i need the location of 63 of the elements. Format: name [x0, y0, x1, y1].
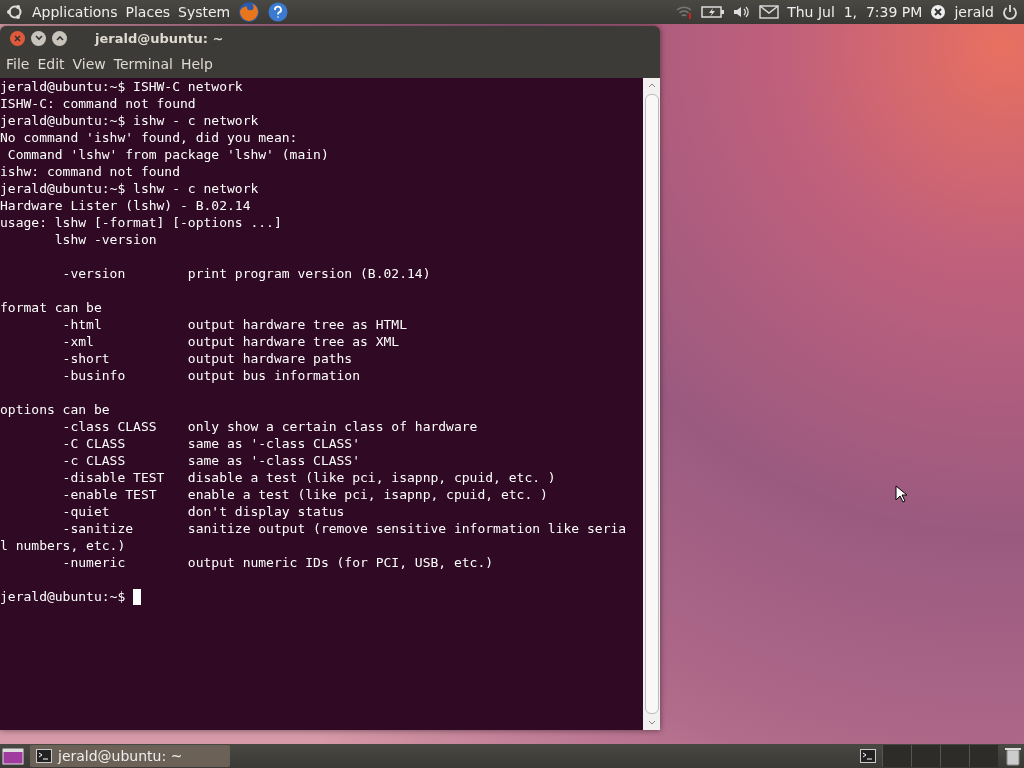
- terminal-line: -short output hardware paths: [61, 350, 354, 367]
- maximize-button[interactable]: [52, 30, 67, 46]
- terminal-icon: [36, 749, 52, 763]
- volume-icon[interactable]: [733, 5, 752, 19]
- window-title: jerald@ubuntu: ~: [95, 30, 224, 46]
- panel-menu[interactable]: System: [178, 4, 231, 20]
- terminal-line: ISHW-C: command not found: [0, 95, 197, 112]
- terminal-line: usage: lshw [-format] [-options ...]: [0, 214, 283, 231]
- terminal-line: No command 'ishw' found, did you mean:: [0, 129, 299, 146]
- terminal-icon[interactable]: [860, 749, 876, 763]
- panel-menu[interactable]: Applications: [32, 4, 118, 20]
- terminal-line: -version print program version (B.02.14): [61, 265, 432, 282]
- terminal-line: options can be: [0, 401, 111, 418]
- wifi-icon[interactable]: [675, 4, 694, 20]
- menu-item[interactable]: Terminal: [109, 56, 177, 72]
- terminal-line: l numbers, etc.): [0, 537, 127, 554]
- terminal-line: jerald@ubuntu:~$ ishw - c network: [0, 112, 260, 129]
- show-desktop-icon[interactable]: [2, 747, 24, 765]
- chevron-down-icon: [34, 35, 43, 41]
- terminal-line: format can be: [0, 299, 103, 316]
- terminal-line: Hardware Lister (lshw) - B.02.14: [0, 197, 252, 214]
- mouse-pointer-icon: [895, 485, 907, 503]
- scroll-up-icon[interactable]: [647, 82, 656, 88]
- scroll-down-icon[interactable]: [647, 720, 656, 726]
- user-status-icon[interactable]: [930, 4, 947, 20]
- terminal-line: -class CLASS only show a certain class of hardware: [61, 418, 479, 435]
- minimize-button[interactable]: [31, 30, 46, 46]
- terminal-line: -C CLASS same as '-class CLASS': [61, 435, 362, 452]
- battery-icon[interactable]: [701, 5, 726, 19]
- panel-clock[interactable]: Thu Jul 1, 7:39 PM: [787, 4, 923, 20]
- terminal-line: jerald@ubuntu:~$ lshw - c network: [0, 180, 260, 197]
- mail-icon[interactable]: [759, 5, 780, 19]
- ubuntu-logo-icon[interactable]: [6, 3, 24, 21]
- power-icon[interactable]: [1002, 4, 1018, 20]
- menu-item[interactable]: File: [2, 56, 34, 72]
- firefox-icon[interactable]: [238, 1, 261, 23]
- terminal-line: -numeric output numeric IDs (for PCI, USB, etc.): [61, 554, 495, 571]
- terminal-line: -quiet don't display status: [61, 503, 346, 520]
- terminal-line: jerald@ubuntu:~$ ISHW-C network: [0, 78, 244, 95]
- menu-item[interactable]: Help: [176, 56, 217, 72]
- terminal-line: -html output hardware tree as HTML: [61, 316, 408, 333]
- terminal-prompt: jerald@ubuntu:~$: [0, 588, 126, 605]
- close-icon: [14, 34, 21, 42]
- menu-item[interactable]: Edit: [33, 56, 69, 72]
- terminal-line: -enable TEST enable a test (like pci, isapnp, cpuid, etc. ): [61, 486, 549, 503]
- panel-user-name[interactable]: jerald: [954, 4, 994, 20]
- terminal-line: Command 'lshw' from package 'lshw' (main): [6, 146, 330, 163]
- terminal-line: -xml output hardware tree as XML: [61, 333, 401, 350]
- terminal-line: lshw -version: [53, 231, 158, 248]
- terminal-line: -disable TEST disable a test (like pci, isapnp, cpuid, etc. ): [61, 469, 557, 486]
- close-button[interactable]: [10, 30, 25, 46]
- terminal-line: -businfo output bus information: [61, 367, 362, 384]
- panel-menu[interactable]: Places: [125, 4, 171, 20]
- workspace-switcher[interactable]: [882, 745, 998, 767]
- terminal-line: -sanitize sanitize output (remove sensitive information like seria: [61, 520, 628, 537]
- text-cursor: [133, 588, 142, 605]
- menu-item[interactable]: View: [68, 56, 110, 72]
- chevron-up-icon: [55, 35, 64, 41]
- trash-icon[interactable]: [1004, 746, 1022, 766]
- taskbar-button[interactable]: jerald@ubuntu: ~: [30, 745, 230, 767]
- terminal-line: -c CLASS same as '-class CLASS': [61, 452, 362, 469]
- help-icon[interactable]: [268, 2, 289, 22]
- terminal-line: ishw: command not found: [0, 163, 181, 180]
